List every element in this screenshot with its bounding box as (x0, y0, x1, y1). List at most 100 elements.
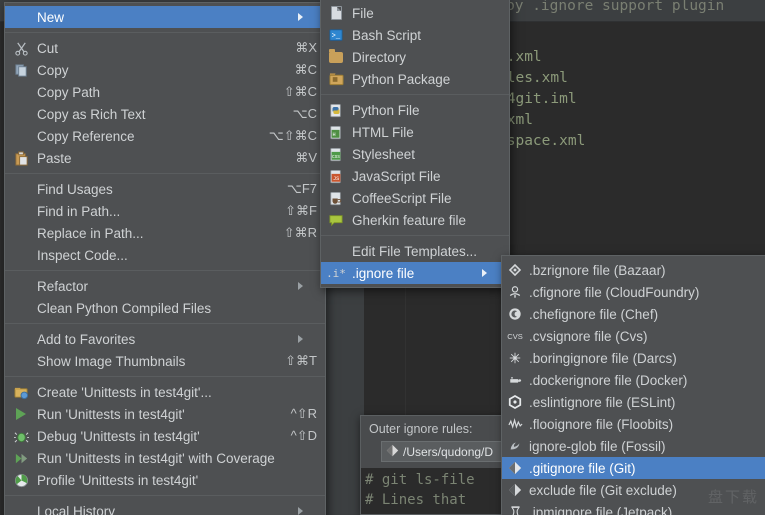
menu-item-run-with-coverage[interactable]: Run 'Unittests in test4git' with Coverag… (5, 447, 325, 469)
menu-item-edit-file-templates[interactable]: Edit File Templates... (321, 240, 509, 262)
menu-item-ignore-glob[interactable]: ignore-glob file (Fossil) (502, 435, 765, 457)
menu-item-html-file[interactable]: H HTML File (321, 121, 509, 143)
menu-item-add-to-favorites[interactable]: Add to Favorites (5, 328, 325, 350)
menu-item-label: .dockerignore file (Docker) (529, 373, 701, 388)
profile-icon (11, 472, 31, 488)
menu-separator (5, 376, 325, 377)
menu-item-dockerignore[interactable]: .dockerignore file (Docker) (502, 369, 765, 391)
menu-item-label: Bash Script (352, 28, 435, 43)
menu-item-debug-unittests[interactable]: Debug 'Unittests in test4git' ^⇧D (5, 425, 325, 447)
menu-item-boringignore[interactable]: .boringignore file (Darcs) (502, 347, 765, 369)
menu-item-label: Paste (37, 151, 86, 166)
blank-icon (11, 9, 31, 25)
menu-item-paste[interactable]: Paste ⌘V (5, 147, 325, 169)
menu-item-label: Copy (37, 63, 83, 78)
menu-item-find-in-path[interactable]: Find in Path... ⇧⌘F (5, 200, 325, 222)
menu-separator (5, 495, 325, 496)
menu-item-copy-as-rich-text[interactable]: Copy as Rich Text ⌥C (5, 103, 325, 125)
menu-item-label: Find Usages (37, 182, 127, 197)
menu-item-exclude-file[interactable]: exclude file (Git exclude) (502, 479, 765, 501)
scissors-icon (11, 40, 31, 56)
blank-icon (11, 203, 31, 219)
outer-ignore-rules-label: Outer ignore rules: (369, 422, 473, 436)
menu-item-python-file[interactable]: Python File (321, 99, 509, 121)
eslint-icon (506, 394, 524, 410)
menu-item-label: .boringignore file (Darcs) (529, 351, 691, 366)
fossil-icon (506, 438, 524, 454)
menu-item-find-usages[interactable]: Find Usages ⌥F7 (5, 178, 325, 200)
menu-item-label: .bzrignore file (Bazaar) (529, 263, 680, 278)
paste-icon (11, 150, 31, 166)
menu-item-copy[interactable]: Copy ⌘C (5, 59, 325, 81)
menu-item-cfignore[interactable]: .cfignore file (CloudFoundry) (502, 281, 765, 303)
menu-item-chefignore[interactable]: .chefignore file (Chef) (502, 303, 765, 325)
menu-item-javascript-file[interactable]: JS JavaScript File (321, 165, 509, 187)
ignore-code-line-1: # git ls-file (365, 472, 475, 488)
project-file-5: kspace.xml (498, 131, 585, 152)
menu-item-flooignore[interactable]: .flooignore file (Floobits) (502, 413, 765, 435)
menu-item-bash-script[interactable]: >_ Bash Script (321, 24, 509, 46)
git-icon (386, 444, 399, 460)
ignore-code-line-2: # Lines that (365, 492, 466, 508)
menu-separator (5, 323, 325, 324)
menu-item-label: Profile 'Unittests in test4git' (37, 473, 212, 488)
blank-icon (326, 243, 346, 259)
menu-item-profile-unittests[interactable]: Profile 'Unittests in test4git' (5, 469, 325, 491)
menu-item-coffeescript-file[interactable]: CoffeeScript File (321, 187, 509, 209)
menu-item-copy-reference[interactable]: Copy Reference ⌥⇧⌘C (5, 125, 325, 147)
menu-item-label: Copy as Rich Text (37, 107, 160, 122)
chef-icon (506, 306, 524, 322)
menu-item-show-image-thumbnails[interactable]: Show Image Thumbnails ⇧⌘T (5, 350, 325, 372)
menu-item-label: Copy Reference (37, 129, 149, 144)
menu-item-directory[interactable]: Directory (321, 46, 509, 68)
menu-item-jpmignore[interactable]: .jpmignore file (Jetpack) (502, 501, 765, 515)
menu-item-bzrignore[interactable]: .bzrignore file (Bazaar) (502, 259, 765, 281)
coverage-icon (11, 450, 31, 466)
menu-item-replace-in-path[interactable]: Replace in Path... ⇧⌘R (5, 222, 325, 244)
menu-item-python-package[interactable]: Python Package (321, 68, 509, 90)
ignore-file-icon: .i* (326, 265, 346, 281)
python-package-icon (326, 71, 346, 87)
menu-item-label: Gherkin feature file (352, 213, 480, 228)
ignore-file-submenu[interactable]: .bzrignore file (Bazaar) .cfignore file … (501, 255, 765, 515)
blank-icon (11, 503, 31, 515)
project-pane-strip (326, 278, 364, 515)
menu-item-label: Directory (352, 50, 420, 65)
menu-item-label: JavaScript File (352, 169, 455, 184)
menu-item-ignore-file[interactable]: .i* .ignore file (321, 262, 509, 284)
menu-item-eslintignore[interactable]: .eslintignore file (ESLint) (502, 391, 765, 413)
python-file-icon (326, 102, 346, 118)
menu-item-cut[interactable]: Cut ⌘X (5, 37, 325, 59)
svg-text:CSS: CSS (332, 155, 340, 160)
chevron-right-icon (298, 13, 317, 21)
context-menu[interactable]: New Cut ⌘X Copy ⌘C Copy Path ⇧⌘C Copy as… (4, 2, 326, 515)
menu-item-file[interactable]: File (321, 2, 509, 24)
menu-item-inspect-code[interactable]: Inspect Code... (5, 244, 325, 266)
menu-item-run-unittests[interactable]: Run 'Unittests in test4git' ^⇧R (5, 403, 325, 425)
git-icon (506, 460, 524, 476)
menu-item-label: .cvsignore file (Cvs) (529, 329, 662, 344)
menu-separator (5, 270, 325, 271)
menu-item-shortcut: ⇧⌘T (267, 353, 317, 369)
git-exclude-icon (506, 482, 524, 498)
menu-item-local-history[interactable]: Local History (5, 500, 325, 515)
menu-item-clean-python-compiled-files[interactable]: Clean Python Compiled Files (5, 297, 325, 319)
menu-item-gitignore[interactable]: .gitignore file (Git) (502, 457, 765, 479)
menu-item-shortcut: ⌘V (277, 150, 317, 166)
menu-item-new[interactable]: New (5, 6, 325, 28)
menu-item-cvsignore[interactable]: CVS .cvsignore file (Cvs) (502, 325, 765, 347)
menu-item-shortcut: ⌥F7 (269, 181, 317, 197)
blank-icon (11, 181, 31, 197)
menu-item-gherkin-feature-file[interactable]: Gherkin feature file (321, 209, 509, 231)
menu-item-copy-path[interactable]: Copy Path ⇧⌘C (5, 81, 325, 103)
javascript-file-icon: JS (326, 168, 346, 184)
svg-text:>_: >_ (332, 33, 341, 41)
blank-icon (11, 84, 31, 100)
menu-item-create-run-config[interactable]: Create 'Unittests in test4git'... (5, 381, 325, 403)
cloudfoundry-icon (506, 284, 524, 300)
menu-item-label: ignore-glob file (Fossil) (529, 439, 680, 454)
new-submenu[interactable]: File >_ Bash Script Directory Python Pac… (320, 0, 510, 288)
menu-item-refactor[interactable]: Refactor (5, 275, 325, 297)
menu-item-stylesheet[interactable]: CSS Stylesheet (321, 143, 509, 165)
docker-icon (506, 372, 524, 388)
